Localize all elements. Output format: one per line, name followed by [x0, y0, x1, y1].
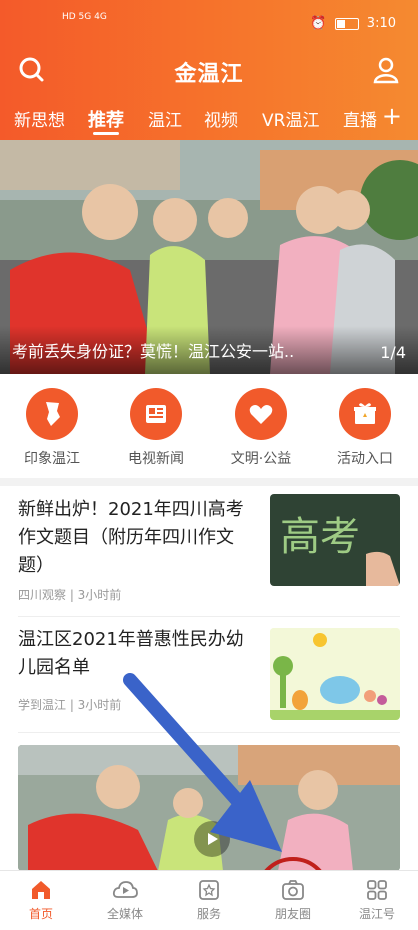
nav-home[interactable]: 首页 [6, 877, 76, 922]
top-bar: 金温江 [0, 48, 418, 92]
section-divider [0, 478, 418, 486]
quick-link-yinxiang[interactable]: 印象温江 [7, 388, 97, 468]
quick-link-label: 印象温江 [24, 451, 80, 467]
news-title: 新鲜出炉！2021年四川高考作文题目（附历年四川作文题） [18, 499, 244, 576]
nav-label: 朋友圈 [274, 907, 311, 921]
quick-link-activity[interactable]: 活动入口 [320, 388, 410, 468]
tab-video[interactable]: 视频 [204, 106, 238, 131]
quick-link-civility[interactable]: 文明·公益 [216, 388, 306, 468]
nav-all-media[interactable]: 全媒体 [90, 877, 160, 922]
quick-link-tv-news[interactable]: 电视新闻 [111, 388, 201, 468]
alarm-icon: ⏰ [310, 16, 327, 31]
hand-illustration [366, 551, 400, 586]
map-icon [26, 388, 78, 440]
gift-icon [339, 388, 391, 440]
nav-label: 首页 [28, 907, 53, 921]
add-channel-icon[interactable]: + [382, 102, 402, 130]
app-title: 金温江 [174, 62, 244, 87]
quick-link-label: 电视新闻 [128, 451, 184, 467]
list-separator [18, 616, 400, 617]
list-separator [18, 732, 400, 733]
home-icon [6, 877, 76, 903]
star-shield-icon [174, 877, 244, 903]
channel-tabs: 新思想 推荐 温江 视频 VR温江 直播 + [0, 96, 418, 138]
hero-caption: 考前丢失身份证？莫慌！温江公安一站.. [12, 342, 295, 361]
tab-vr-wenjiang[interactable]: VR温江 [262, 106, 319, 131]
bottom-nav: 首页 全媒体 服务 朋友圈 温江号 [0, 870, 418, 930]
tab-xinsixiang[interactable]: 新思想 [14, 106, 65, 131]
app-header: HD 5G 4G ⏰ 3:10 金温江 新思想 推荐 温江 视频 VR温江 直播… [0, 0, 418, 140]
newspaper-icon [130, 388, 182, 440]
quick-links: 印象温江 电视新闻 文明·公益 活动入口 [0, 376, 418, 476]
play-icon[interactable] [194, 821, 230, 857]
camera-icon [258, 877, 328, 903]
hero-pager: 1/4 [380, 343, 406, 362]
heart-icon [235, 388, 287, 440]
nav-label: 全媒体 [106, 907, 143, 921]
nav-service[interactable]: 服务 [174, 877, 244, 922]
clock: 3:10 [366, 16, 396, 31]
network-status: HD 5G 4G [62, 12, 107, 22]
cloud-play-icon [90, 877, 160, 903]
status-right: ⏰ 3:10 [310, 16, 396, 31]
video-item[interactable] [18, 745, 400, 871]
news-meta: 学到温江 | 3小时前 [18, 698, 122, 712]
tab-tuijian[interactable]: 推荐 [88, 106, 124, 132]
status-bar: HD 5G 4G ⏰ 3:10 [0, 0, 418, 44]
tab-live[interactable]: 直播 [343, 106, 377, 131]
nav-moments[interactable]: 朋友圈 [258, 877, 328, 922]
hero-banner[interactable]: 考前丢失身份证？莫慌！温江公安一站.. 1/4 [0, 140, 418, 374]
quick-link-label: 文明·公益 [230, 451, 292, 467]
kindergarten-illustration [270, 628, 400, 720]
news-meta: 四川观察 | 3小时前 [18, 588, 122, 602]
news-item[interactable]: 温江区2021年普惠性民办幼儿园名单 学到温江 | 3小时前 [18, 626, 400, 726]
quick-link-label: 活动入口 [337, 451, 393, 467]
nav-label: 服务 [196, 907, 221, 921]
news-title: 温江区2021年普惠性民办幼儿园名单 [18, 629, 244, 678]
grid-icon [342, 877, 412, 903]
news-thumbnail [270, 628, 400, 720]
hero-caption-bar: 考前丢失身份证？莫慌！温江公安一站.. 1/4 [0, 326, 418, 374]
user-icon[interactable] [370, 54, 402, 86]
news-thumbnail: 高考 [270, 494, 400, 586]
nav-label: 温江号 [358, 907, 395, 921]
battery-icon [334, 17, 359, 30]
active-tab-indicator [93, 132, 119, 135]
tab-wenjiang[interactable]: 温江 [148, 106, 182, 131]
nav-wenjiang-account[interactable]: 温江号 [342, 877, 412, 922]
news-item[interactable]: 新鲜出炉！2021年四川高考作文题目（附历年四川作文题） 四川观察 | 3小时前… [18, 494, 400, 606]
